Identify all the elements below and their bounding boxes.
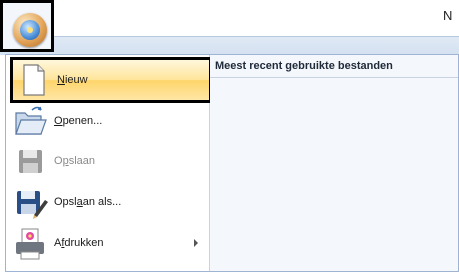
recent-files-header: Meest recent gebruikte bestanden	[210, 55, 458, 78]
menu-item-label: Nieuw	[57, 74, 88, 86]
open-folder-icon	[10, 101, 50, 141]
application-menu-button[interactable]	[13, 13, 47, 47]
printer-icon	[10, 223, 50, 263]
application-menu: Nieuw Openen... Opslaan Opslaan als... A…	[5, 54, 459, 272]
ribbon-strip	[0, 36, 459, 55]
menu-item-label: Opslaan	[54, 155, 95, 167]
save-disk-icon	[10, 141, 50, 181]
window-title: N	[443, 8, 453, 23]
menu-item-print[interactable]: Afdrukken	[10, 223, 208, 263]
application-menu-button-frame[interactable]	[0, 0, 54, 52]
menu-item-save[interactable]: Opslaan	[10, 141, 208, 181]
menu-item-open[interactable]: Openen...	[10, 101, 208, 141]
new-document-icon	[13, 60, 53, 100]
submenu-arrow-icon	[194, 239, 198, 247]
menu-item-save-as[interactable]: Opslaan als...	[10, 182, 208, 222]
title-bar: N	[0, 0, 459, 36]
menu-commands: Nieuw Openen... Opslaan Opslaan als... A…	[6, 55, 212, 271]
menu-item-label: Afdrukken	[54, 237, 104, 249]
menu-item-new[interactable]: Nieuw	[10, 57, 212, 103]
menu-item-label: Openen...	[54, 115, 103, 127]
recent-files-panel: Meest recent gebruikte bestanden	[210, 55, 458, 271]
save-as-icon	[10, 182, 50, 222]
app-logo-center-icon	[27, 27, 33, 33]
menu-item-label: Opslaan als...	[54, 196, 122, 208]
